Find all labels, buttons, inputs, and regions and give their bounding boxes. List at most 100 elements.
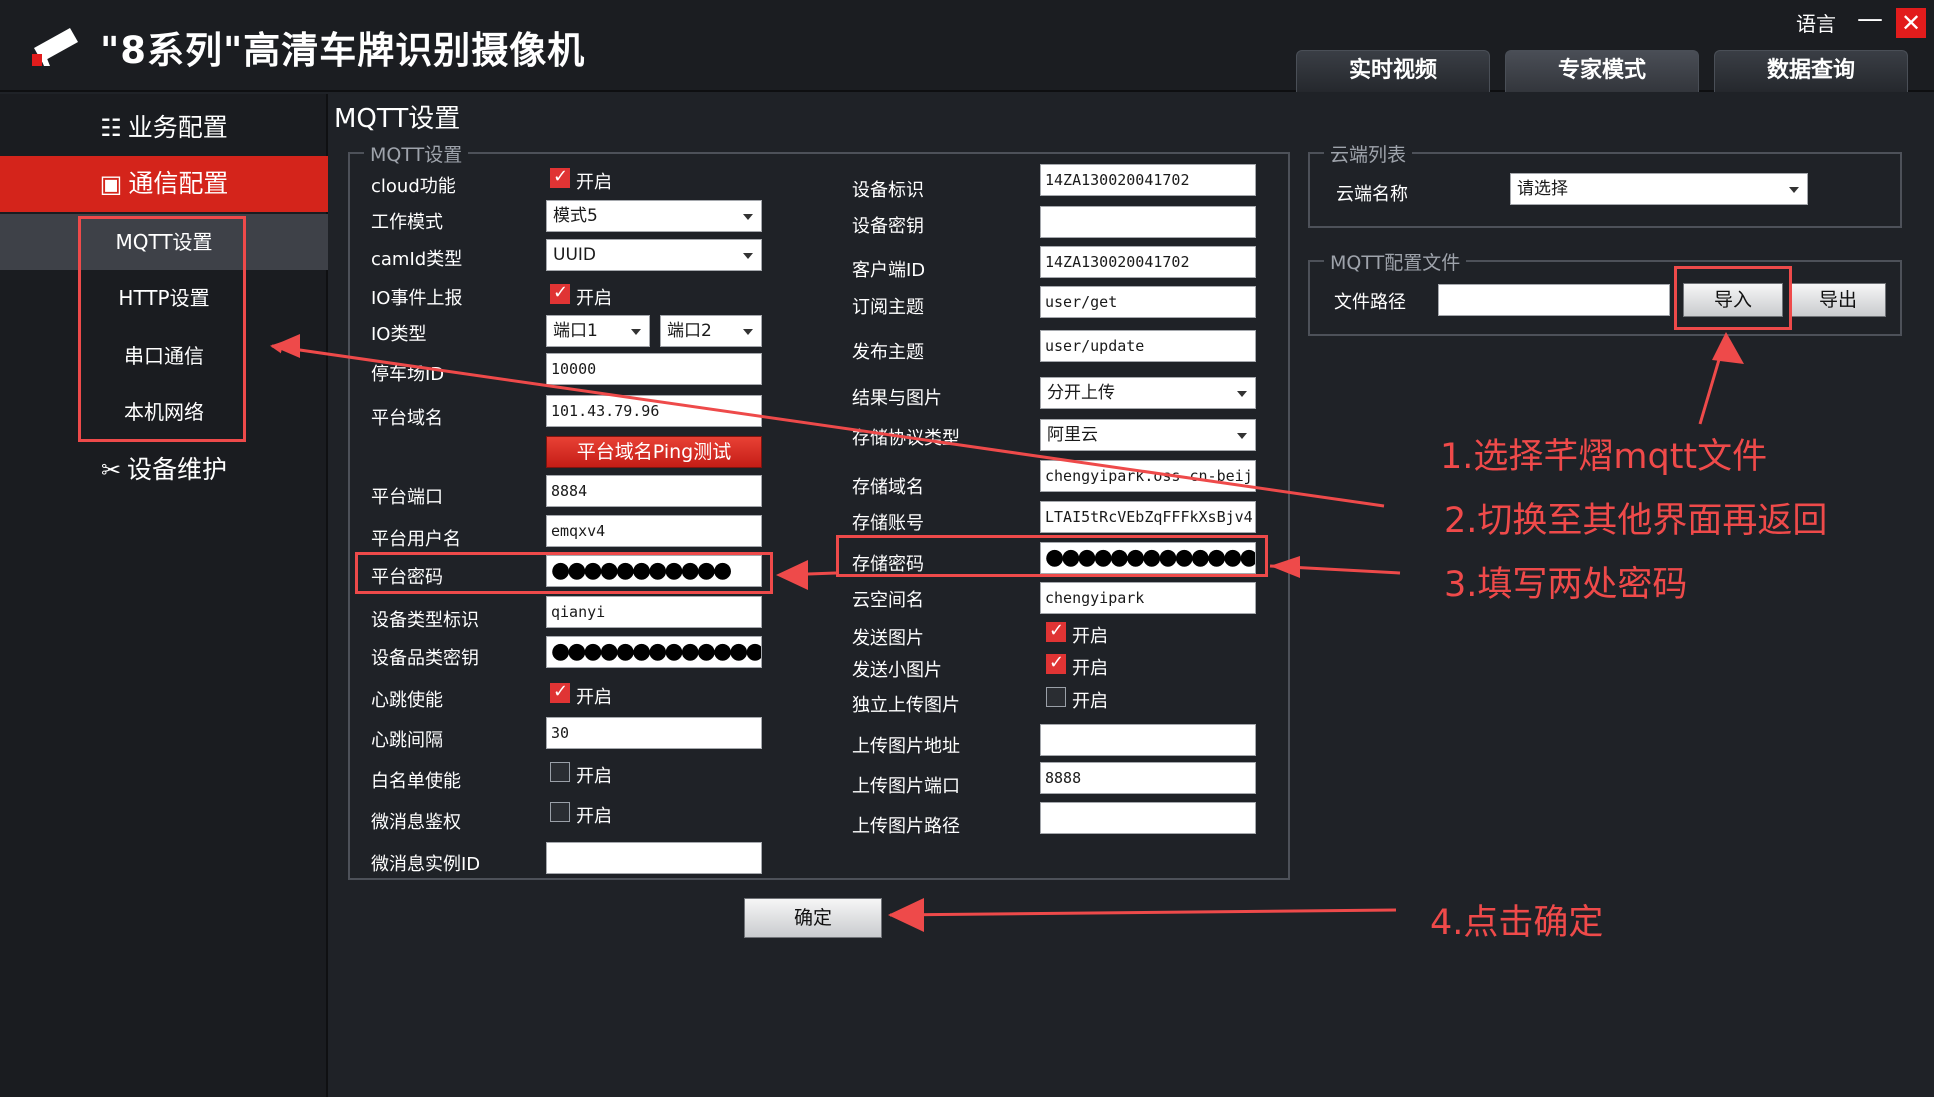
sliders-icon: ☷ [100,114,122,142]
separate-upload-label: 独立上传图片 [852,695,960,716]
io-port1-value: 端口1 [553,321,598,341]
annotation-step4: 4.点击确定 [1430,903,1604,943]
sidebar-item-mqtt[interactable]: MQTT设置 [0,214,328,270]
subscribe-topic-input[interactable]: user/get [1040,286,1256,318]
work-mode-select[interactable]: 模式5 [546,200,762,232]
sidebar-item-device-maintenance[interactable]: ✂ 设备维护 [0,442,328,498]
upload-address-input[interactable] [1040,724,1256,756]
product-key-label: 设备品类密钥 [371,648,479,669]
close-button[interactable]: ✕ [1896,8,1926,38]
platform-domain-input[interactable]: 101.43.79.96 [546,395,762,427]
camid-type-label: camId类型 [371,249,463,270]
tab-live-video[interactable]: 实时视频 [1296,50,1490,92]
client-id-input[interactable]: 14ZA130020041702 [1040,246,1256,278]
heartbeat-enable-checkbox-label: 开启 [576,687,612,708]
group-title: MQTT设置 [364,140,469,167]
annotation-step2: 2.切换至其他界面再返回 [1444,501,1828,541]
micro-instance-input[interactable] [546,842,762,874]
whitelist-checkbox[interactable] [550,762,570,782]
io-port1-select[interactable]: 端口1 [546,315,650,347]
heartbeat-enable-checkbox[interactable] [550,681,570,703]
result-image-label: 结果与图片 [852,388,942,409]
platform-username-input[interactable]: emqxv4 [546,515,762,547]
device-id-label: 设备标识 [852,180,924,201]
sidebar-item-business-config[interactable]: ☷ 业务配置 [0,100,328,156]
device-type-input[interactable]: qianyi [546,596,762,628]
sidebar-item-comm-config[interactable]: ▣ 通信配置 [0,156,328,212]
bucket-input[interactable]: chengyipark [1040,582,1256,614]
ping-test-button[interactable]: 平台域名Ping测试 [546,436,762,468]
platform-port-input[interactable]: 8884 [546,475,762,507]
storage-protocol-value: 阿里云 [1047,425,1098,445]
micro-auth-checkbox-label: 开启 [576,806,612,827]
camid-type-select[interactable]: UUID [546,239,762,271]
tab-expert-mode[interactable]: 专家模式 [1505,50,1699,92]
cloud-checkbox[interactable] [550,166,570,188]
upload-path-input[interactable] [1040,802,1256,834]
publish-topic-input[interactable]: user/update [1040,330,1256,362]
io-report-label: IO事件上报 [371,288,463,309]
platform-port-label: 平台端口 [371,487,443,508]
language-menu[interactable]: 语言 [1796,8,1836,37]
platform-domain-label: 平台域名 [371,408,443,429]
send-image-label: 发送图片 [852,628,924,649]
chevron-down-icon [1237,433,1247,439]
result-image-value: 分开上传 [1047,383,1115,403]
cloud-name-label: 云端名称 [1336,184,1408,205]
whitelist-checkbox-label: 开启 [576,766,612,787]
work-mode-value: 模式5 [553,206,598,226]
io-report-checkbox[interactable] [550,282,570,304]
camera-logo-icon [32,28,78,66]
send-image-checkbox[interactable] [1046,620,1066,642]
platform-password-label: 平台密码 [371,567,443,588]
parking-id-input[interactable]: 10000 [546,353,762,385]
send-small-image-checkbox-label: 开启 [1072,658,1108,679]
whitelist-label: 白名单使能 [371,771,461,792]
micro-auth-checkbox[interactable] [550,802,570,822]
group-title: MQTT配置文件 [1324,248,1467,275]
cloud-name-select[interactable]: 请选择 [1510,173,1808,205]
import-button[interactable]: 导入 [1683,283,1783,317]
platform-password-input[interactable]: ●●●●●●●●●●● [546,555,762,587]
separate-upload-checkbox[interactable] [1046,687,1066,707]
bucket-label: 云空间名 [852,590,924,611]
storage-account-input[interactable]: LTAI5tRcVEbZqFFFkXsBjv4 [1040,501,1256,533]
file-path-label: 文件路径 [1334,292,1406,313]
micro-instance-label: 微消息实例ID [371,854,481,875]
sidebar-item-network[interactable]: 本机网络 [0,384,328,440]
annotation-step3: 3.填写两处密码 [1444,565,1688,605]
device-key-input[interactable] [1040,206,1256,238]
chevron-down-icon [1789,187,1799,193]
result-image-select[interactable]: 分开上传 [1040,377,1256,409]
storage-password-input[interactable]: ●●●●●●●●●●●●● [1040,542,1256,574]
storage-protocol-label: 存储协议类型 [852,428,960,449]
tab-data-query[interactable]: 数据查询 [1714,50,1908,92]
sidebar-item-serial[interactable]: 串口通信 [0,328,328,384]
upload-port-input[interactable]: 8888 [1040,762,1256,794]
chevron-down-icon [743,253,753,259]
device-id-input[interactable]: 14ZA130020041702 [1040,164,1256,196]
io-report-checkbox-label: 开启 [576,288,612,309]
send-small-image-checkbox[interactable] [1046,652,1066,674]
heartbeat-interval-input[interactable]: 30 [546,717,762,749]
sidebar-item-label: 业务配置 [127,113,228,142]
storage-domain-label: 存储域名 [852,477,924,498]
micro-auth-label: 微消息鉴权 [371,812,461,833]
platform-username-label: 平台用户名 [371,529,461,550]
storage-domain-input[interactable]: chengyipark.oss-cn-beij [1040,460,1256,492]
confirm-button[interactable]: 确定 [744,898,882,938]
sidebar: ☷ 业务配置 ▣ 通信配置 MQTT设置 HTTP设置 串口通信 本机网络 ✂ 设备维… [0,94,328,1097]
sidebar-item-label: 通信配置 [128,169,229,198]
video-icon: ▣ [99,170,123,198]
storage-protocol-select[interactable]: 阿里云 [1040,419,1256,451]
export-button[interactable]: 导出 [1790,283,1886,317]
chevron-down-icon [631,329,641,335]
product-key-input[interactable]: ●●●●●●●●●●●●● [546,636,762,668]
storage-account-label: 存储账号 [852,513,924,534]
io-port2-select[interactable]: 端口2 [660,315,762,347]
sidebar-item-http[interactable]: HTTP设置 [0,270,328,326]
parking-id-label: 停车场ID [371,364,445,385]
file-path-input[interactable] [1438,284,1670,316]
upload-address-label: 上传图片地址 [852,736,960,757]
minimize-button[interactable]: — [1852,4,1888,34]
